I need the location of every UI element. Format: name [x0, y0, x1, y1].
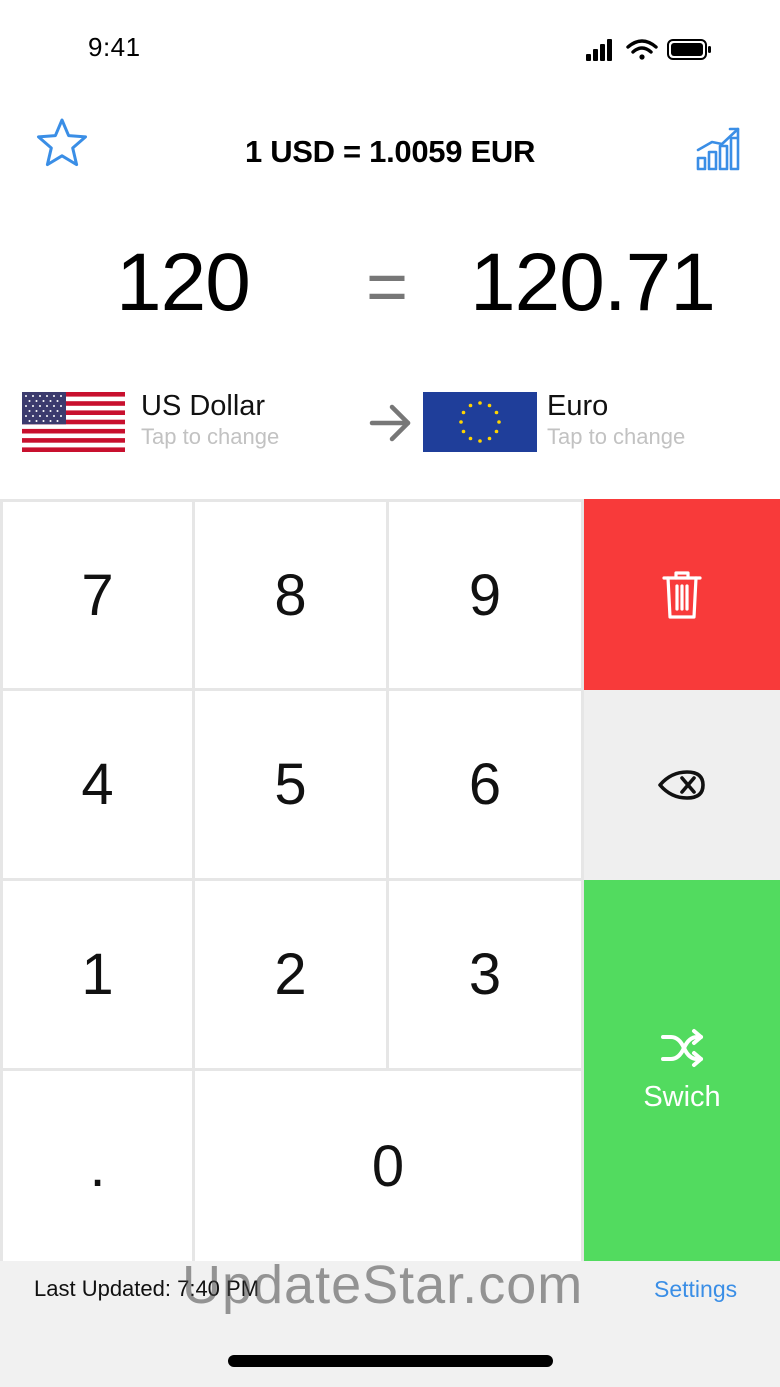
to-currency-hint: Tap to change [547, 424, 686, 449]
exchange-rate-title: 1 USD = 1.0059 EUR [244, 134, 536, 169]
backspace-button[interactable] [584, 690, 780, 880]
key-6[interactable]: 6 [389, 691, 581, 878]
trash-icon [662, 570, 702, 619]
from-amount: 120 [116, 237, 251, 328]
to-currency-selector[interactable]: Euro Tap to change [547, 390, 685, 450]
chart-icon[interactable] [694, 124, 744, 172]
key-1[interactable]: 1 [3, 881, 192, 1068]
wifi-icon [626, 39, 658, 60]
key-0[interactable]: 0 [195, 1071, 581, 1261]
key-decimal[interactable]: . [3, 1071, 192, 1261]
switch-label: Swich [643, 1081, 721, 1113]
eu-flag-icon[interactable] [423, 392, 537, 452]
key-2[interactable]: 2 [195, 881, 386, 1068]
status-icons [586, 39, 711, 61]
cellular-signal-icon [586, 39, 612, 61]
key-5[interactable]: 5 [195, 691, 386, 878]
home-indicator[interactable] [228, 1355, 553, 1367]
shuffle-icon [661, 1029, 703, 1067]
key-7[interactable]: 7 [3, 502, 192, 688]
key-8[interactable]: 8 [195, 502, 386, 688]
switch-button[interactable]: Swich [584, 880, 780, 1261]
key-9[interactable]: 9 [389, 502, 581, 688]
keypad: 7 8 9 4 5 6 1 2 3 . 0 Swich [0, 499, 780, 1261]
to-currency-name: Euro [547, 390, 609, 422]
status-time: 9:41 [88, 32, 141, 62]
backspace-icon [658, 770, 705, 800]
clear-button[interactable] [584, 499, 780, 690]
watermark: UpdateStar.com [182, 1255, 584, 1315]
from-currency-name: US Dollar [141, 390, 266, 422]
to-amount: 120.71 [470, 237, 716, 328]
from-currency-hint: Tap to change [141, 424, 280, 449]
from-currency-selector[interactable]: US Dollar Tap to change [141, 390, 279, 450]
us-flag-icon[interactable] [22, 392, 125, 452]
key-4[interactable]: 4 [3, 691, 192, 878]
key-3[interactable]: 3 [389, 881, 581, 1068]
settings-link[interactable]: Settings [654, 1276, 737, 1303]
arrow-right-icon [369, 404, 411, 442]
equals-sign: = [366, 247, 409, 327]
star-icon[interactable] [34, 116, 90, 172]
battery-icon [667, 39, 711, 60]
